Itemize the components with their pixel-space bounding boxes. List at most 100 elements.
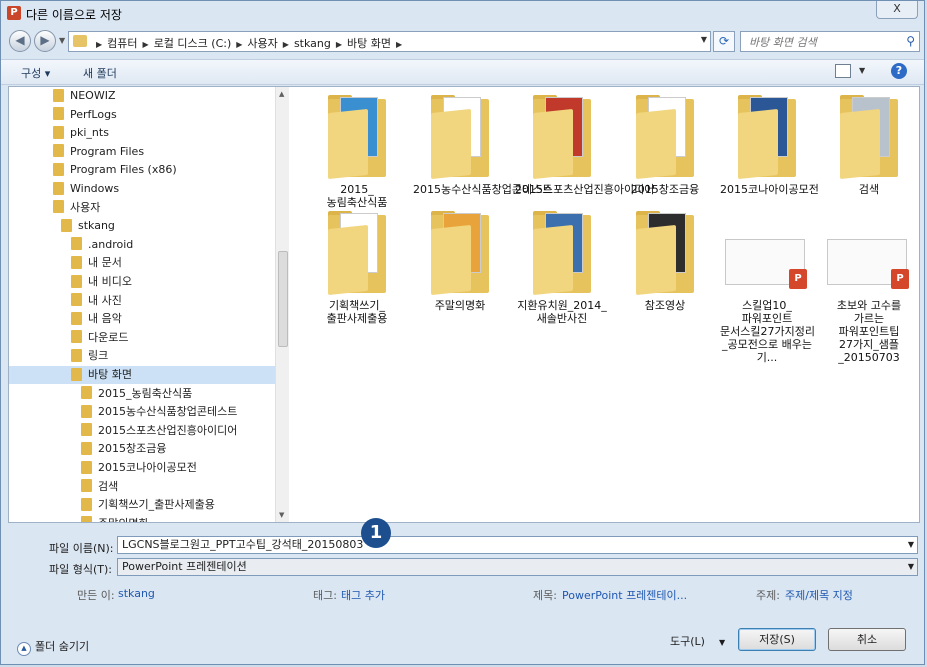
- tree-item[interactable]: 바탕 화면: [9, 366, 289, 384]
- folder-item[interactable]: 2015창조금융: [618, 93, 712, 196]
- tools-dropdown-icon[interactable]: ▼: [719, 638, 725, 647]
- tree-item[interactable]: 사용자: [53, 199, 100, 217]
- chevron-right-icon[interactable]: ▶: [143, 40, 149, 49]
- filename-value[interactable]: LGCNS블로그원고_PPT고수팁_강석태_20150803: [122, 538, 363, 551]
- scroll-thumb[interactable]: [278, 251, 288, 347]
- folder-item[interactable]: 2015코나아이공모전: [720, 93, 819, 196]
- filetype-dropdown-icon[interactable]: ▼: [908, 559, 914, 575]
- refresh-button[interactable]: ⟳: [713, 31, 735, 52]
- folder-item[interactable]: 지환유치원_2014_새솔반사진: [515, 209, 609, 325]
- tree-item[interactable]: 내 음악: [71, 310, 122, 328]
- folder-item[interactable]: 2015_농림축산식품: [310, 93, 404, 209]
- folder-item[interactable]: 2015스포츠산업진흥아이디어: [515, 93, 655, 196]
- folder-icon: [73, 35, 87, 47]
- folder-item[interactable]: 주말의명화: [413, 209, 507, 312]
- pptx-file-item[interactable]: P 스킬업10_파워포인트 문서스킬27가지정리_공모전으로 배우는 기...: [720, 209, 815, 364]
- hide-folders-label[interactable]: 폴더 숨기기: [35, 640, 89, 653]
- breadcrumb-local-disk[interactable]: 로컬 디스크 (C:): [154, 37, 232, 50]
- filename-dropdown-icon[interactable]: ▼: [908, 537, 914, 553]
- filetype-value[interactable]: PowerPoint 프레젠테이션: [122, 560, 247, 573]
- forward-button[interactable]: ▶: [34, 30, 56, 52]
- tree-item-label: pki_nts: [70, 126, 109, 140]
- cancel-button[interactable]: 취소: [828, 628, 906, 651]
- title-value[interactable]: PowerPoint 프레젠테이...: [562, 587, 687, 603]
- recent-locations-dropdown[interactable]: ▼: [59, 36, 65, 45]
- tree-item[interactable]: 링크: [71, 347, 108, 365]
- breadcrumb-computer[interactable]: 컴퓨터: [107, 37, 137, 50]
- chevron-right-icon[interactable]: ▶: [236, 40, 242, 49]
- folder-icon: [53, 107, 64, 121]
- tree-item[interactable]: NEOWIZ: [53, 87, 116, 105]
- folder-item[interactable]: 참조영상: [618, 209, 712, 312]
- search-icon[interactable]: ⚲: [906, 34, 915, 48]
- organize-button[interactable]: 구성 ▾: [21, 65, 50, 81]
- hide-folders-toggle[interactable]: ▲ 폴더 숨기기: [17, 638, 89, 656]
- search-box[interactable]: ⚲: [740, 31, 920, 52]
- tree-scrollbar[interactable]: ▲ ▼: [275, 87, 289, 522]
- chevron-right-icon[interactable]: ▶: [336, 40, 342, 49]
- tree-item[interactable]: stkang: [61, 217, 115, 235]
- tree-item[interactable]: Program Files: [53, 143, 144, 161]
- folder-icon: [81, 423, 92, 437]
- tree-item[interactable]: .android: [71, 236, 133, 254]
- tree-item[interactable]: 내 사진: [71, 292, 122, 310]
- author-label: 만든 이:: [77, 589, 115, 602]
- tree-item-label: 내 사진: [88, 293, 122, 307]
- file-item-label: 2015스포츠산업진흥아이디어: [515, 183, 655, 196]
- tree-item[interactable]: 내 문서: [71, 254, 122, 272]
- title-bar: P 다른 이름으로 저장 X: [1, 1, 924, 27]
- tags-value[interactable]: 태그 추가: [341, 587, 385, 603]
- folder-item[interactable]: 2015농수산식품창업콘테스트: [413, 93, 552, 196]
- scroll-up-icon[interactable]: ▲: [279, 90, 284, 98]
- filetype-label: 파일 형식(T):: [49, 563, 112, 576]
- new-folder-button[interactable]: 새 폴더: [83, 65, 117, 81]
- folder-icon: [71, 293, 82, 307]
- address-dropdown-icon[interactable]: ▼: [701, 35, 707, 44]
- tree-item-label: Windows: [70, 182, 120, 195]
- chevron-right-icon[interactable]: ▶: [396, 40, 402, 49]
- browser-pane: NEOWIZ PerfLogs pki_nts Program Files Progra…: [8, 86, 920, 523]
- filename-field[interactable]: LGCNS블로그원고_PPT고수팁_강석태_20150803 ▼: [117, 536, 918, 554]
- file-item-label: 기획책쓰기_출판사제출용: [326, 299, 388, 325]
- pptx-file-item[interactable]: P 초보와 고수를 가르는 파워포인트팁 27가지_샘플_20150703: [822, 209, 916, 364]
- chevron-right-icon[interactable]: ▶: [283, 40, 289, 49]
- tree-item[interactable]: 2015스포츠산업진흥아이디어: [81, 422, 237, 440]
- breadcrumb-users[interactable]: 사용자: [247, 37, 277, 50]
- chevron-up-icon: ▲: [17, 642, 31, 656]
- tree-item[interactable]: PerfLogs: [53, 106, 117, 124]
- subject-value[interactable]: 주제/제목 지정: [785, 587, 853, 603]
- tree-item[interactable]: 2015농수산식품창업콘테스트: [81, 403, 237, 421]
- address-bar[interactable]: ▶ 컴퓨터 ▶ 로컬 디스크 (C:) ▶ 사용자 ▶ stkang ▶ 바탕 화면 ▶ ▼: [68, 31, 711, 52]
- tree-item[interactable]: 2015창조금융: [81, 440, 166, 458]
- breadcrumb-desktop[interactable]: 바탕 화면: [347, 37, 391, 50]
- breadcrumb: ▶ 컴퓨터 ▶ 로컬 디스크 (C:) ▶ 사용자 ▶ stkang ▶ 바탕 화면 ▶: [91, 35, 407, 51]
- tools-label[interactable]: 도구(L): [670, 635, 705, 648]
- help-icon[interactable]: ?: [891, 63, 907, 79]
- view-options-dropdown[interactable]: ▼: [859, 66, 865, 75]
- tree-item[interactable]: 주말의명화: [81, 515, 149, 522]
- tree-item[interactable]: 기획책쓰기_출판사제출용: [81, 496, 215, 514]
- tree-item[interactable]: Program Files (x86): [53, 161, 177, 179]
- folder-item[interactable]: 검색: [822, 93, 916, 196]
- change-view-icon[interactable]: [835, 64, 851, 78]
- breadcrumb-stkang[interactable]: stkang: [294, 37, 331, 50]
- back-button[interactable]: ◀: [9, 30, 31, 52]
- tree-item[interactable]: 내 비디오: [71, 273, 132, 291]
- tools-menu[interactable]: 도구(L) ▼: [670, 633, 725, 649]
- tree-item[interactable]: 검색: [81, 478, 118, 496]
- close-button[interactable]: X: [876, 1, 918, 19]
- tree-item-label: 사용자: [70, 200, 101, 214]
- scroll-down-icon[interactable]: ▼: [279, 511, 284, 519]
- folder-item[interactable]: 기획책쓰기_출판사제출용: [310, 209, 404, 325]
- save-button[interactable]: 저장(S): [738, 628, 816, 651]
- tree-item[interactable]: 2015코나아이공모전: [81, 459, 197, 477]
- tree-item[interactable]: 다운로드: [71, 329, 128, 347]
- author-value[interactable]: stkang: [118, 587, 155, 600]
- tree-item[interactable]: pki_nts: [53, 124, 109, 142]
- tree-item[interactable]: Windows: [53, 180, 119, 198]
- tree-item-label: PerfLogs: [70, 107, 117, 121]
- search-input[interactable]: [747, 34, 891, 50]
- folder-icon: [71, 330, 82, 344]
- filetype-select[interactable]: PowerPoint 프레젠테이션 ▼: [117, 558, 918, 576]
- tree-item[interactable]: 2015_농림축산식품: [81, 385, 192, 403]
